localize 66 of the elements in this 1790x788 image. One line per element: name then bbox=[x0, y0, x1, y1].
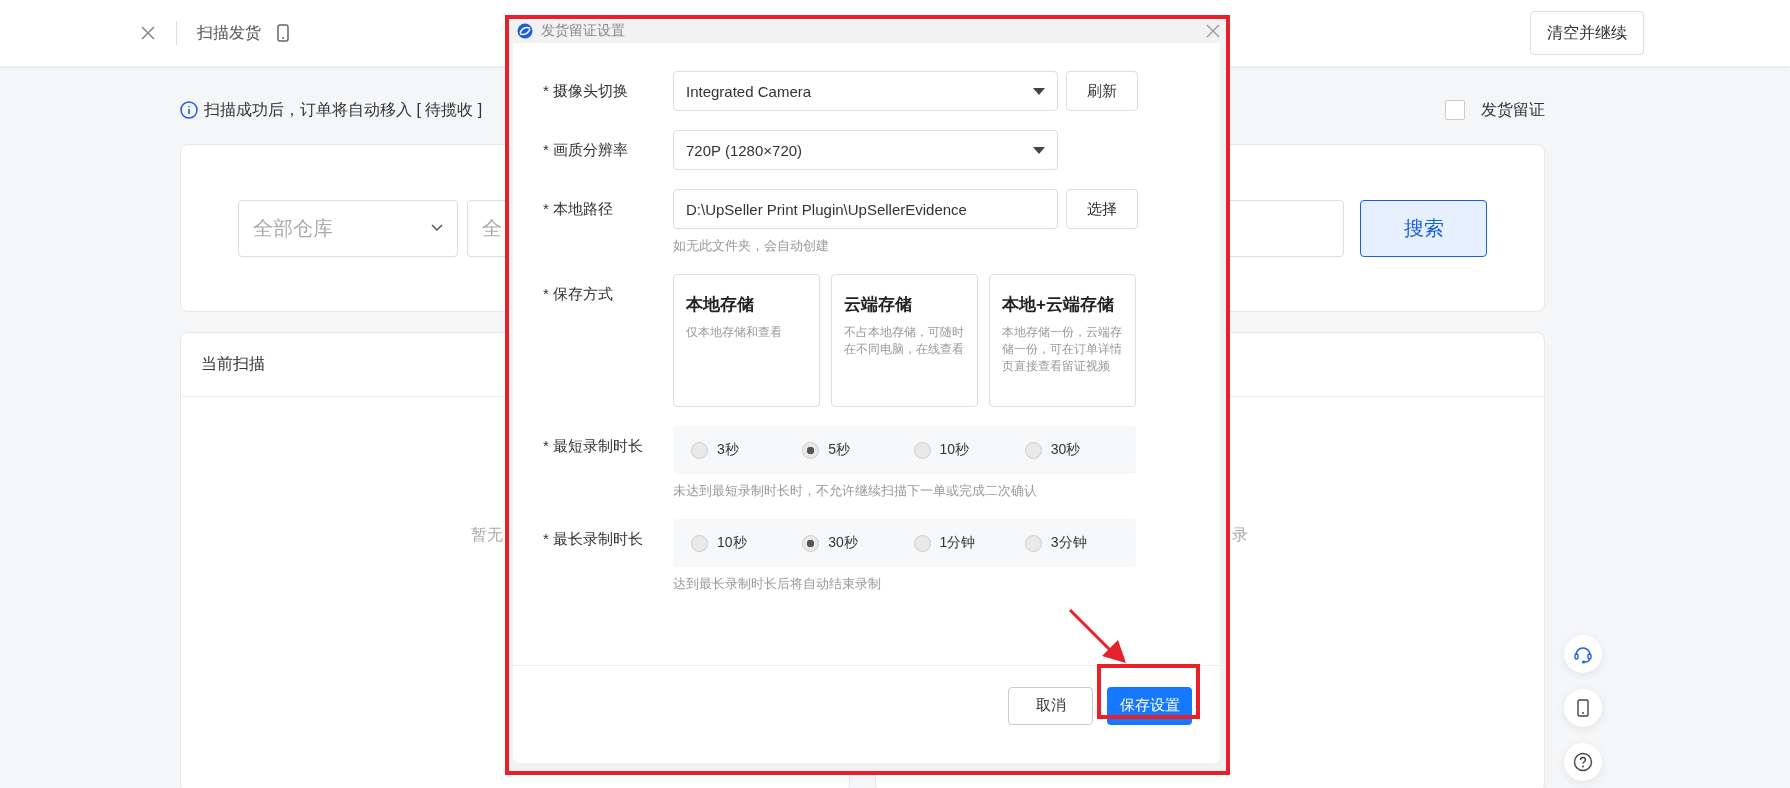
field-label: * 摄像头切换 bbox=[543, 81, 629, 101]
close-icon bbox=[140, 25, 156, 41]
cancel-button[interactable]: 取消 bbox=[1008, 686, 1093, 725]
radio-option[interactable]: 1分钟 bbox=[913, 534, 1025, 552]
storage-option[interactable]: 本地+云端存储 本地存储一份，云端存储一份，可在订单详情页直接查看留证视频 bbox=[989, 274, 1136, 407]
radio-icon[interactable] bbox=[802, 441, 820, 459]
caret-icon bbox=[1033, 146, 1045, 154]
empty-text: 暂无 bbox=[471, 525, 503, 545]
radio-option[interactable]: 30秒 bbox=[802, 534, 914, 552]
caret-icon bbox=[1033, 87, 1045, 95]
clear-continue-button[interactable]: 清空并继续 bbox=[1530, 11, 1644, 55]
browse-button[interactable]: 选择 bbox=[1066, 189, 1138, 229]
option-description: 不占本地存储，可随时在不同电脑，在线查看 bbox=[844, 324, 965, 358]
radio-option[interactable]: 3秒 bbox=[691, 441, 803, 459]
radio-icon[interactable] bbox=[802, 534, 820, 552]
hint-text: 达到最长录制时长后将自动结束录制 bbox=[673, 575, 882, 593]
checkbox-label: 发货留证 bbox=[1481, 99, 1545, 120]
refresh-button[interactable]: 刷新 bbox=[1066, 71, 1138, 111]
radio-icon[interactable] bbox=[691, 534, 708, 552]
radio-icon[interactable] bbox=[691, 441, 708, 459]
notice-text: 扫描成功后，订单将自动移入 [ 待揽收 ] bbox=[204, 99, 483, 120]
help-button[interactable] bbox=[1564, 743, 1602, 781]
option-title: 本地存储 bbox=[686, 294, 755, 316]
storage-option[interactable]: 云端存储 不占本地存储，可随时在不同电脑，在线查看 bbox=[831, 274, 978, 407]
dialog-title: 发货留证设置 bbox=[541, 22, 625, 40]
annotation-arrow bbox=[1068, 608, 1128, 664]
radio-option[interactable]: 30秒 bbox=[1024, 441, 1136, 459]
input-field[interactable]: D:\UpSeller Print Plugin\UpSellerEvidence bbox=[673, 189, 1058, 229]
radio-option[interactable]: 10秒 bbox=[913, 441, 1025, 459]
chevron-down-icon bbox=[431, 224, 443, 232]
evidence-checkbox[interactable] bbox=[1445, 100, 1465, 120]
option-description: 仅本地存储和查看 bbox=[686, 324, 783, 341]
field-label: * 最短录制时长 bbox=[543, 436, 644, 456]
search-button[interactable]: 搜索 bbox=[1360, 199, 1487, 257]
phone-button[interactable] bbox=[1564, 689, 1602, 727]
radio-icon[interactable] bbox=[913, 534, 931, 552]
phone-icon[interactable] bbox=[277, 24, 289, 42]
field-label: * 最长录制时长 bbox=[543, 529, 644, 549]
radio-icon[interactable] bbox=[913, 441, 931, 459]
phone-icon bbox=[1577, 699, 1589, 717]
headset-button[interactable] bbox=[1564, 635, 1602, 673]
option-title: 云端存储 bbox=[844, 294, 913, 316]
dropdown[interactable]: Integrated Camera bbox=[673, 71, 1058, 111]
radio-option[interactable]: 3分钟 bbox=[1024, 534, 1136, 552]
radio-icon[interactable] bbox=[1024, 441, 1042, 459]
close-button[interactable] bbox=[1206, 24, 1220, 38]
radio-icon[interactable] bbox=[1024, 534, 1042, 552]
storage-option[interactable]: 本地存储 仅本地存储和查看 bbox=[673, 274, 820, 407]
hint-text: 如无此文件夹，会自动创建 bbox=[673, 237, 830, 255]
field-label: * 本地路径 bbox=[543, 199, 614, 219]
option-description: 本地存储一份，云端存储一份，可在订单详情页直接查看留证视频 bbox=[1002, 324, 1123, 375]
page-title: 扫描发货 bbox=[197, 22, 261, 43]
info-icon bbox=[180, 101, 198, 119]
radio-option[interactable]: 5秒 bbox=[802, 441, 914, 459]
field-label: * 保存方式 bbox=[543, 284, 614, 304]
headset-icon bbox=[1573, 644, 1593, 664]
panel-title: 当前扫描 bbox=[201, 354, 265, 374]
empty-text: 录 bbox=[1232, 525, 1248, 545]
dropdown[interactable]: 720P (1280×720) bbox=[673, 130, 1058, 170]
help-icon bbox=[1573, 752, 1593, 772]
option-title: 本地+云端存储 bbox=[1002, 294, 1115, 316]
app-logo-icon bbox=[517, 23, 533, 39]
radio-option[interactable]: 10秒 bbox=[691, 534, 803, 552]
field-label: * 画质分辨率 bbox=[543, 140, 629, 160]
close-button[interactable] bbox=[140, 25, 156, 41]
close-icon bbox=[1206, 24, 1220, 38]
